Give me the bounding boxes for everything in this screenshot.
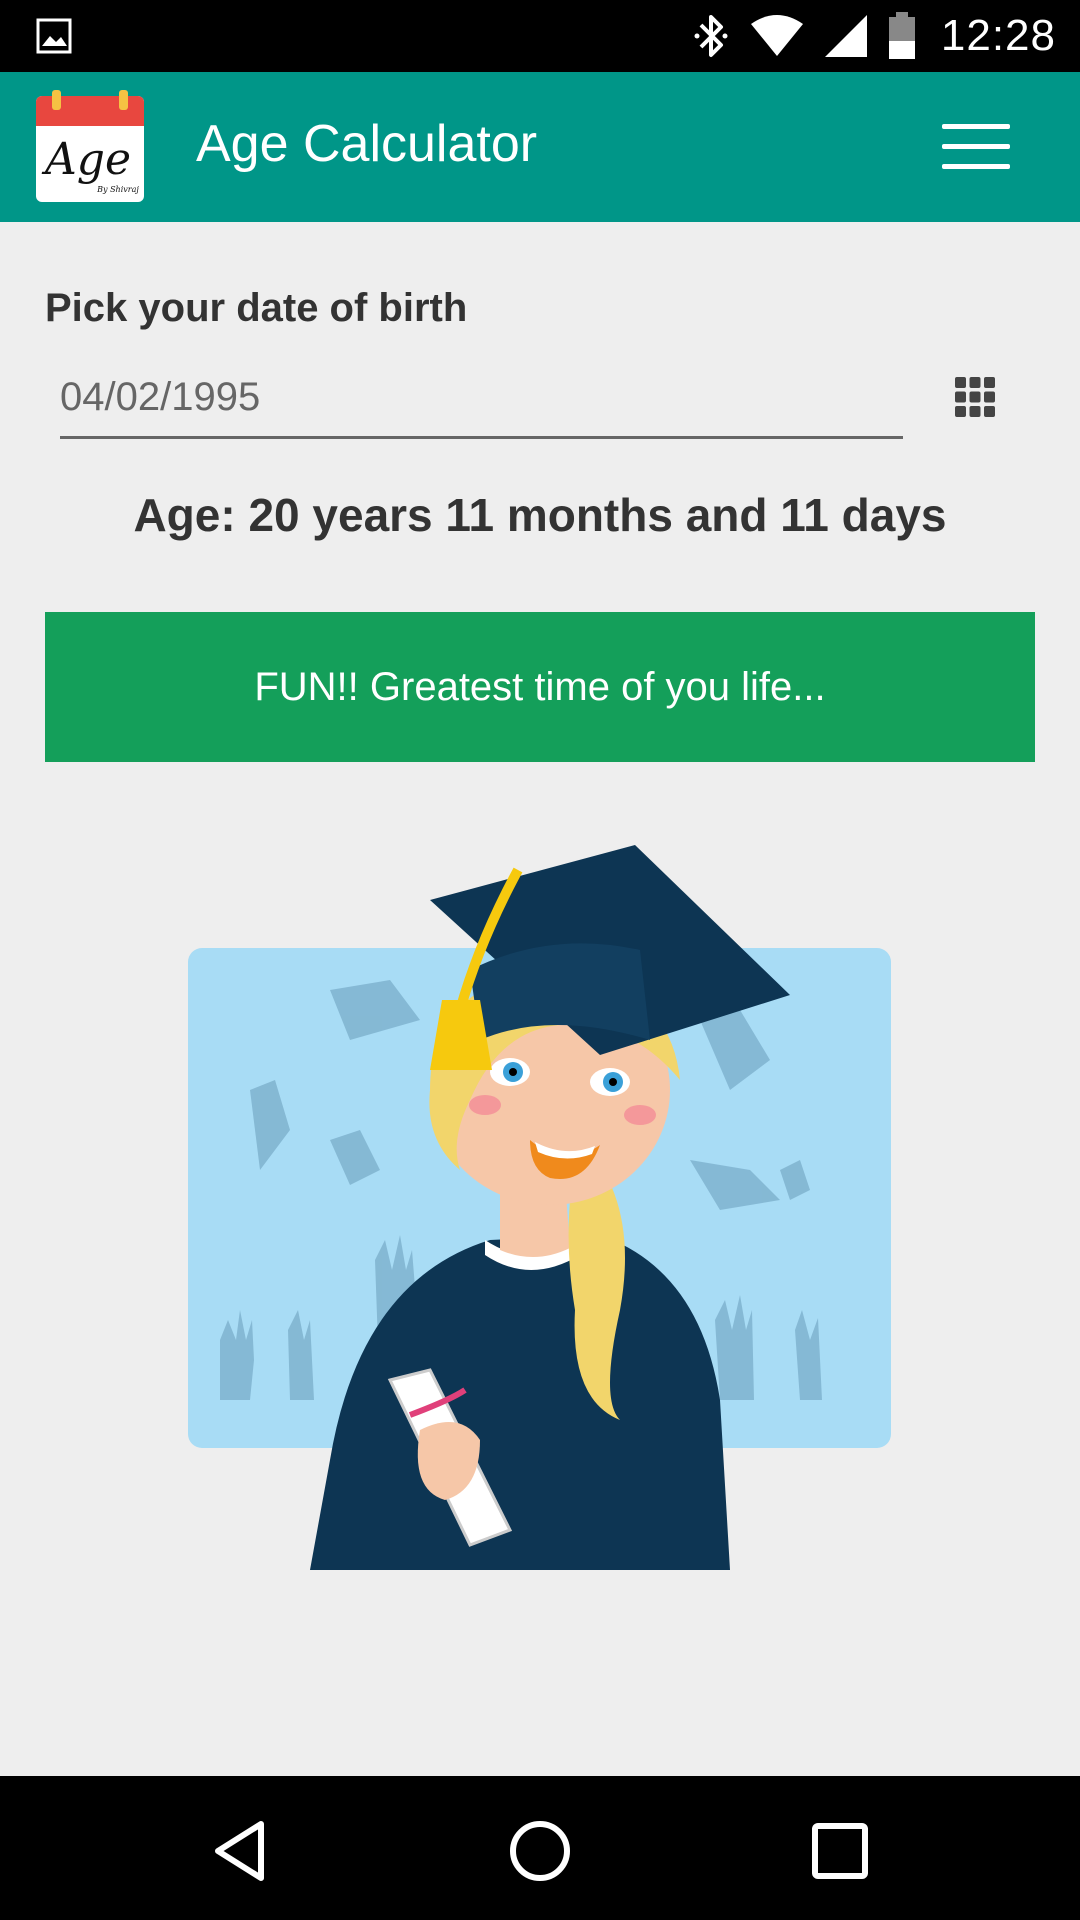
status-bar: 12:28 bbox=[0, 0, 1080, 72]
dob-label: Pick your date of birth bbox=[45, 286, 468, 330]
svg-text:By Shivraj: By Shivraj bbox=[96, 185, 139, 194]
grid-calendar-icon[interactable] bbox=[953, 375, 997, 419]
gallery-icon bbox=[36, 18, 72, 54]
bluetooth-icon bbox=[694, 15, 728, 57]
wifi-icon bbox=[750, 15, 803, 56]
app-bar: Age By Shivraj Age Calculator bbox=[0, 72, 1080, 222]
navigation-bar bbox=[0, 1776, 1080, 1920]
message-banner-text: FUN!! Greatest time of you life... bbox=[254, 664, 826, 709]
message-banner: FUN!! Greatest time of you life... bbox=[45, 612, 1035, 762]
signal-icon bbox=[824, 15, 867, 57]
date-value: 04/02/1995 bbox=[60, 375, 261, 419]
recents-icon[interactable] bbox=[805, 1816, 875, 1886]
hamburger-menu-icon[interactable] bbox=[942, 122, 1010, 172]
date-of-birth-field[interactable]: 04/02/1995 bbox=[60, 365, 903, 439]
back-icon[interactable] bbox=[206, 1816, 276, 1886]
status-time: 12:28 bbox=[940, 11, 1056, 60]
app-logo-icon: Age By Shivraj bbox=[36, 90, 144, 202]
battery-icon bbox=[888, 12, 915, 59]
svg-text:Age: Age bbox=[41, 134, 131, 185]
graduate-girl-illustration bbox=[188, 845, 891, 1570]
app-title: Age Calculator bbox=[196, 115, 538, 173]
age-result: Age: 20 years 11 months and 11 days bbox=[133, 489, 947, 541]
home-icon[interactable] bbox=[505, 1816, 575, 1886]
